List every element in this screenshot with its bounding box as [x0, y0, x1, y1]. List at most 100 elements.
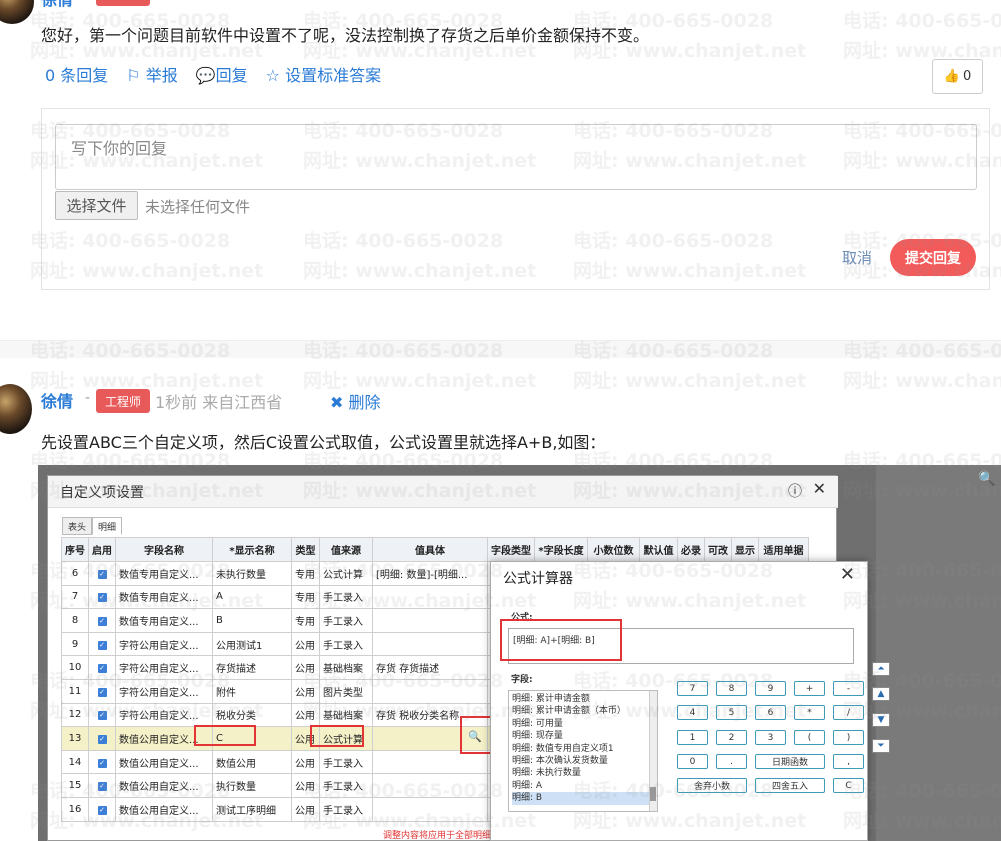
table-cell: 未执行数量 [212, 561, 292, 586]
table-cell [372, 631, 488, 657]
calc-key: 舍弃小数 [677, 778, 747, 793]
table-cell: 数值公用自定义... [115, 796, 213, 822]
table-cell: ✓ [88, 796, 116, 822]
calc-key: 5 [716, 705, 747, 720]
search-icon: 🔍 [978, 471, 996, 487]
top-post-text: 您好，第一个问题目前软件中设置不了呢，没法控制换了存货之后单价金额保持不变。 [41, 26, 650, 45]
choose-file-button[interactable]: 选择文件 [55, 191, 138, 220]
flag-icon: ⚐ [126, 66, 141, 85]
file-status: 未选择任何文件 [145, 198, 251, 216]
reply-count-link[interactable]: 0 条回复 [45, 62, 108, 86]
checkbox-icon: ✓ [97, 593, 107, 603]
table-cell [372, 608, 488, 633]
table-cell: 14 [61, 749, 89, 775]
table-cell: 数值公用 [212, 749, 292, 775]
bottom-hint: 调整内容将应用于全部明细 [383, 831, 492, 841]
calc-key: 7 [677, 681, 708, 696]
table-cell: 手工录入 [319, 631, 373, 657]
table-cell: 专用 [291, 584, 320, 610]
checkbox-icon: ✓ [97, 711, 107, 721]
table-cell: 11 [61, 678, 89, 704]
table-cell: B [212, 608, 292, 633]
thumbs-up-icon: 👍 [943, 69, 960, 84]
comment-author-name[interactable]: 徐倩 [41, 388, 73, 412]
table-cell: 7 [61, 584, 89, 610]
table-cell: 9 [61, 631, 89, 657]
checkbox-icon: ✓ [97, 569, 107, 579]
reply-textarea[interactable]: 写下你的回复 [55, 124, 977, 190]
table-cell: 手工录入 [319, 796, 373, 822]
column-header: 可改 [704, 537, 732, 562]
calc-key: + [794, 681, 825, 696]
table-cell: ✓ [88, 678, 116, 704]
calc-key: 6 [755, 705, 786, 720]
column-header: 启用 [88, 537, 116, 562]
table-cell: 公用 [291, 796, 320, 822]
table-cell: 存货 存货描述 [372, 655, 488, 680]
table-cell: 公式计算 [319, 561, 373, 586]
comment-author-avatar[interactable] [0, 384, 32, 434]
table-cell: 数值专用自定义... [115, 584, 213, 610]
field-item: 明细: 现存量 [512, 731, 563, 742]
column-header: 值来源 [319, 537, 373, 562]
delete-link[interactable]: ✖ 删除 [330, 389, 381, 413]
table-cell: 手工录入 [319, 773, 373, 798]
checkbox-icon: ✓ [97, 616, 107, 626]
table-cell: 6 [61, 561, 89, 586]
set-standard-answer-link[interactable]: ☆ 设置标准答案 [266, 62, 381, 86]
engineer-badge: 工程师 [96, 389, 150, 413]
like-button[interactable]: 👍 0 [932, 59, 983, 94]
calc-key: - [833, 681, 864, 696]
close-icon: ✖ [330, 393, 344, 412]
fields-list: 明细: 累计申请金额 明细: 累计申请金额（本币） 明细: 可用量 明细: 现存量 明细… [508, 690, 658, 812]
column-header: *字段长度 [534, 537, 588, 562]
field-item: 明细: B [512, 792, 654, 805]
formula-calculator-dialog: 公式计算器 ✕ 公式: [明细: A]+[明细: B] 字段: 明细: 累计申请… [490, 561, 868, 841]
reply-link[interactable]: 💬回复 [196, 62, 248, 86]
calc-key: C [833, 778, 864, 793]
calc-key: 8 [716, 681, 747, 696]
checkbox-icon: ✓ [97, 758, 107, 768]
table-cell: 公用 [291, 631, 320, 657]
column-header: *显示名称 [212, 537, 292, 562]
top-author-avatar[interactable] [0, 0, 34, 24]
table-cell: ✓ [88, 655, 116, 680]
calc-close-icon: ✕ [839, 564, 855, 585]
table-cell: 数值公用自定义... [115, 773, 213, 798]
tab-detail: 明细 [92, 517, 123, 535]
table-cell: 执行数量 [212, 773, 292, 798]
reply-form: 写下你的回复 选择文件 未选择任何文件 取消 提交回复 [41, 108, 990, 290]
fields-label: 字段: [511, 675, 533, 685]
top-author-name[interactable]: 徐倩 [41, 0, 73, 10]
table-cell: 附件 [212, 678, 292, 704]
field-item: 明细: 累计申请金额 [512, 694, 590, 704]
table-cell: 专用 [291, 608, 320, 633]
column-header: 小数位数 [587, 537, 640, 562]
table-cell: 字符公用自定义... [115, 655, 213, 680]
column-header: 类型 [291, 537, 320, 562]
checkbox-icon: ✓ [97, 805, 107, 815]
calc-key: , [833, 754, 864, 769]
submit-reply-button[interactable]: 提交回复 [890, 239, 976, 276]
table-cell: 字符公用自定义... [115, 702, 213, 728]
calc-title: 公式计算器 [503, 571, 573, 587]
table-cell: 手工录入 [319, 584, 373, 610]
table-cell: A [212, 584, 292, 610]
calc-key: * [794, 705, 825, 720]
fields-scroll-thumb [650, 787, 656, 801]
field-item: 明细: 未执行数量 [512, 768, 581, 779]
highlight-formula-source [310, 725, 364, 747]
table-cell [372, 796, 488, 822]
screenshot-background-strip [876, 465, 1001, 841]
speech-bubble-icon: 💬 [195, 66, 216, 85]
table-cell: 字符公用自定义... [115, 678, 213, 704]
report-link[interactable]: ⚐ 举报 [126, 62, 177, 86]
column-header: 适用单据 [758, 537, 809, 562]
cancel-button[interactable]: 取消 [842, 247, 872, 268]
table-cell: 公用 [291, 773, 320, 798]
calc-key: 2 [716, 730, 747, 745]
embedded-screenshot: 🔍 ⏶ ▲ ▼ ⏷ 自定义项设置 ⓘ ✕ 表头 明细 序号 启用 字段名称 *显示名称… [38, 465, 1001, 841]
table-cell: 税收分类 [212, 702, 292, 728]
tab-header: 表头 [62, 517, 93, 535]
checkbox-icon: ✓ [97, 687, 107, 697]
